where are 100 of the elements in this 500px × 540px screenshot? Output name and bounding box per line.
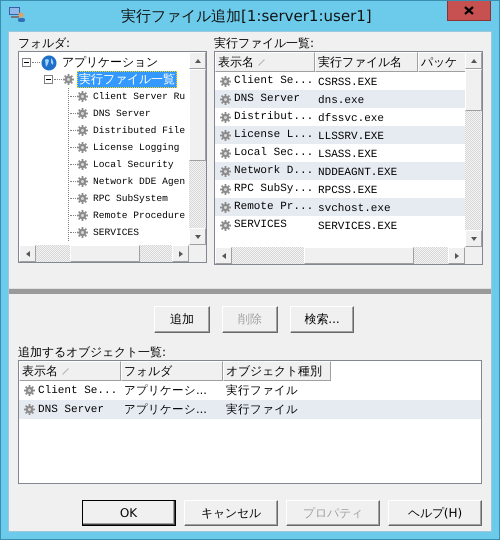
- table-cell-text: 実行ファイル: [225, 402, 298, 416]
- scroll-right-button[interactable]: [172, 245, 189, 262]
- tree-item[interactable]: DNS Server: [91, 105, 153, 122]
- gear-icon: [220, 76, 231, 86]
- tree-item[interactable]: Network DDE Agen: [91, 173, 188, 190]
- table-cell-text: DNS Server: [37, 404, 104, 416]
- horizontal-scrollbar[interactable]: [19, 245, 189, 262]
- gear-icon: [220, 130, 231, 140]
- triangle-right-icon: [176, 250, 184, 258]
- gear-icon: [220, 184, 231, 194]
- triangle-left-icon: [220, 252, 228, 260]
- tree-item[interactable]: License Logging: [91, 139, 182, 156]
- globe-icon: [41, 54, 57, 70]
- tree-item[interactable]: SERVICES: [91, 224, 142, 241]
- triangle-right-icon: [452, 252, 460, 260]
- table-row[interactable]: SERVICES SERVICES.EXE: [215, 216, 465, 234]
- table-cell-text: NDDEAGNT.EXE: [317, 166, 398, 178]
- table-cell-text: Remote Pr...: [233, 201, 314, 213]
- scroll-left-button[interactable]: [19, 245, 36, 262]
- table-row[interactable]: RPC SubSy... RPCSS.EXE: [215, 180, 465, 198]
- scrollbar-thumb[interactable]: [304, 247, 414, 264]
- table-cell-text: SERVICES: [233, 219, 287, 231]
- table-cell-text: LLSSRV.EXE: [317, 130, 384, 142]
- tree-item[interactable]: アプリケーション: [60, 54, 160, 71]
- close-icon: [464, 6, 474, 15]
- close-button[interactable]: [447, 1, 491, 21]
- column-header[interactable]: オブジェクト種別: [223, 361, 331, 381]
- triangle-up-icon: [470, 56, 478, 64]
- scroll-left-button[interactable]: [215, 247, 232, 264]
- table-row[interactable]: DNS Server アプリケーシ... 実行ファイル: [19, 400, 481, 419]
- table-cell-text: Distribut...: [233, 111, 314, 123]
- column-header[interactable]: パッケ: [418, 52, 465, 72]
- scroll-down-button[interactable]: [189, 228, 206, 245]
- scroll-right-button[interactable]: [448, 247, 465, 264]
- gear-icon: [220, 112, 231, 122]
- vertical-scrollbar[interactable]: [189, 52, 206, 245]
- table-row[interactable]: License L... LLSSRV.EXE: [215, 126, 465, 144]
- table-cell-text: svchost.exe: [317, 202, 391, 214]
- vertical-scrollbar[interactable]: [465, 52, 482, 247]
- gear-icon: [220, 166, 231, 176]
- table-cell-text: Client Se...: [37, 384, 118, 396]
- table-row[interactable]: Local Sec... LSASS.EXE: [215, 144, 465, 162]
- dialog-button[interactable]: 追加: [154, 306, 210, 333]
- dialog-button[interactable]: ヘルプ(H): [388, 500, 482, 526]
- column-header[interactable]: 表示名: [215, 52, 315, 72]
- scrollbar-thumb[interactable]: [189, 69, 206, 161]
- scrollbar-thumb[interactable]: [70, 245, 140, 262]
- scrollbar-corner: [189, 245, 206, 262]
- object-list-label: 追加するオブジェクト一覧:: [18, 345, 168, 360]
- triangle-down-icon: [470, 234, 478, 242]
- collapse-icon[interactable]: [22, 58, 31, 67]
- column-header[interactable]: フォルダ: [121, 361, 223, 381]
- table-cell-text: Local Sec...: [233, 147, 314, 159]
- table-row[interactable]: DNS Server dns.exe: [215, 90, 465, 108]
- scroll-up-button[interactable]: [465, 52, 482, 69]
- tree-item[interactable]: Local Security: [91, 156, 176, 173]
- table-cell-text: アプリケーシ...: [123, 402, 207, 416]
- table-cell-text: 実行ファイル: [225, 383, 298, 397]
- gear-icon: [24, 404, 35, 415]
- scroll-up-button[interactable]: [189, 52, 206, 69]
- folder-label: フォルダ:: [18, 36, 72, 51]
- tree-item[interactable]: RPC SubSystem: [91, 190, 170, 207]
- table-cell-text: アプリケーシ...: [123, 383, 207, 397]
- scroll-down-button[interactable]: [465, 230, 482, 247]
- table-row[interactable]: Client Se... アプリケーシ... 実行ファイル: [19, 381, 481, 400]
- horizontal-scrollbar[interactable]: [215, 247, 465, 264]
- table-row[interactable]: Remote Pr... svchost.exe: [215, 198, 465, 216]
- table-cell-text: dns.exe: [317, 94, 364, 106]
- scrollbar-thumb[interactable]: [465, 69, 482, 111]
- gear-icon: [220, 94, 231, 104]
- table-cell-text: RPCSS.EXE: [317, 184, 378, 196]
- column-header[interactable]: 表示名: [19, 361, 121, 381]
- file-list-label: 実行ファイル一覧:: [214, 36, 316, 51]
- table-row[interactable]: Client Se... CSRSS.EXE: [215, 72, 465, 90]
- triangle-down-icon: [194, 232, 202, 240]
- table-cell-text: SERVICES.EXE: [317, 220, 398, 232]
- dialog-button[interactable]: 検索...: [290, 306, 354, 333]
- table-cell-text: License L...: [233, 129, 314, 141]
- collapse-icon[interactable]: [44, 75, 53, 84]
- dialog-button[interactable]: キャンセル: [184, 500, 278, 526]
- gear-icon: [220, 202, 231, 212]
- tree-item[interactable]: Distributed File: [91, 122, 188, 139]
- table-row[interactable]: Distribut... dfssvc.exe: [215, 108, 465, 126]
- table-cell-text: dfssvc.exe: [317, 112, 384, 124]
- gear-icon: [24, 385, 35, 396]
- table-cell-text: DNS Server: [233, 93, 300, 105]
- table-cell-text: CSRSS.EXE: [317, 76, 378, 88]
- dialog-button[interactable]: OK: [82, 500, 176, 526]
- table-cell-text: RPC SubSy...: [233, 183, 314, 195]
- triangle-up-icon: [194, 56, 202, 64]
- table-cell-text: LSASS.EXE: [317, 148, 378, 160]
- column-header[interactable]: 実行ファイル名: [315, 52, 418, 72]
- computer-user-icon: [9, 6, 25, 22]
- table-cell-text: Client Se...: [233, 75, 314, 87]
- triangle-left-icon: [24, 250, 32, 258]
- tree-item[interactable]: Client Server Ru: [91, 88, 188, 105]
- gear-icon: [220, 148, 231, 158]
- table-row[interactable]: Network D... NDDEAGNT.EXE: [215, 162, 465, 180]
- tree-item[interactable]: Remote Procedure: [91, 207, 188, 224]
- window-title: 実行ファイル追加[1:server1:user1]: [121, 7, 372, 26]
